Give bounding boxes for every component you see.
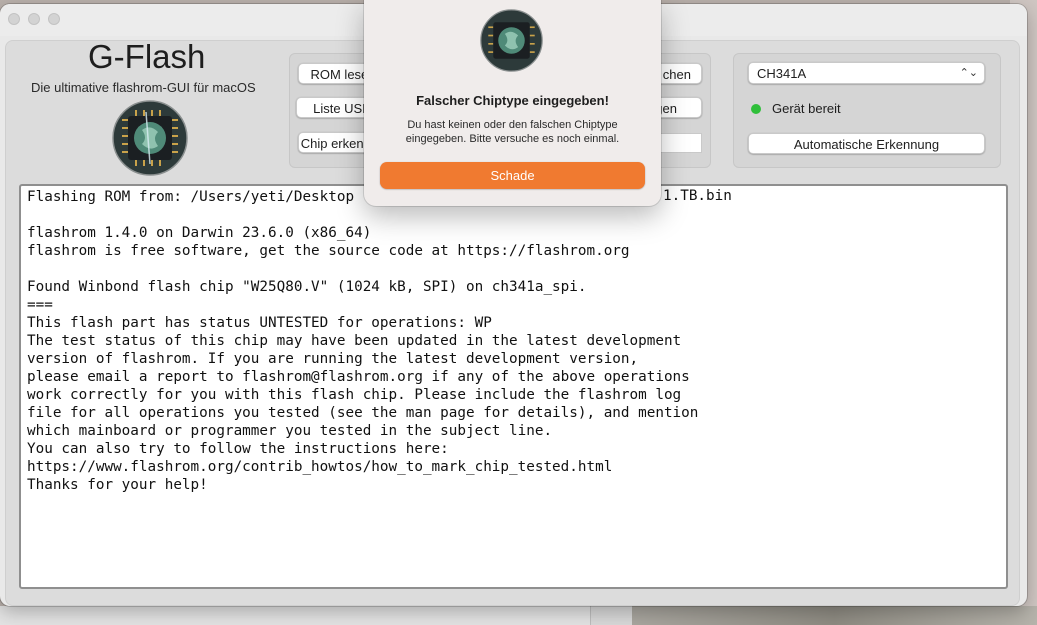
- programmer-select-value: CH341A: [757, 66, 807, 81]
- log-line: The test status of this chip may have be…: [27, 333, 682, 349]
- chip-logo-icon: [480, 9, 543, 72]
- background-window-panel: [0, 606, 591, 625]
- log-line-tail: 1.TB.bin: [663, 188, 732, 204]
- log-line: work correctly for you with this flash c…: [27, 387, 682, 403]
- app-subtitle: Die ultimative flashrom-GUI für macOS: [31, 80, 256, 95]
- log-line: https://www.flashrom.org/contrib_howtos/…: [27, 459, 613, 475]
- log-line: file for all operations you tested (see …: [27, 405, 699, 421]
- close-window-button[interactable]: [8, 13, 20, 25]
- alert-dialog: Falscher Chiptype eingegeben! Du hast ke…: [364, 0, 661, 206]
- dismiss-button[interactable]: Schade: [380, 162, 645, 189]
- log-line: Found Winbond flash chip "W25Q80.V" (102…: [27, 279, 587, 295]
- chip-logo-icon: [112, 100, 188, 176]
- auto-detect-button[interactable]: Automatische Erkennung: [748, 133, 985, 154]
- alert-title: Falscher Chiptype eingegeben!: [416, 93, 609, 108]
- log-line: please email a report to flashrom@flashr…: [27, 369, 690, 385]
- programmer-select[interactable]: CH341A ⌃⌄: [748, 62, 985, 84]
- log-line: You can also try to follow the instructi…: [27, 441, 449, 457]
- minimize-window-button[interactable]: [28, 13, 40, 25]
- log-line: This flash part has status UNTESTED for …: [27, 315, 492, 331]
- status-indicator-icon: [751, 104, 761, 114]
- log-line: ===: [27, 297, 53, 313]
- background-desktop-image: [632, 606, 1037, 625]
- log-line: version of flashrom. If you are running …: [27, 351, 639, 367]
- log-line: which mainboard or programmer you tested…: [27, 423, 553, 439]
- chevron-updown-icon: ⌃⌄: [959, 67, 978, 79]
- zoom-window-button[interactable]: [48, 13, 60, 25]
- log-line: Thanks for your help!: [27, 477, 208, 493]
- app-title: G-Flash: [88, 38, 206, 75]
- status-text: Gerät bereit: [772, 101, 841, 116]
- log-line: flashrom 1.4.0 on Darwin 23.6.0 (x86_64): [27, 225, 372, 241]
- log-line: flashrom is free software, get the sourc…: [27, 243, 630, 259]
- alert-message: Du hast keinen oder den falschen Chiptyp…: [405, 119, 620, 145]
- background-windows: [0, 606, 1037, 625]
- log-output[interactable]: Flashing ROM from: /Users/yeti/Desktop fl…: [19, 184, 1008, 589]
